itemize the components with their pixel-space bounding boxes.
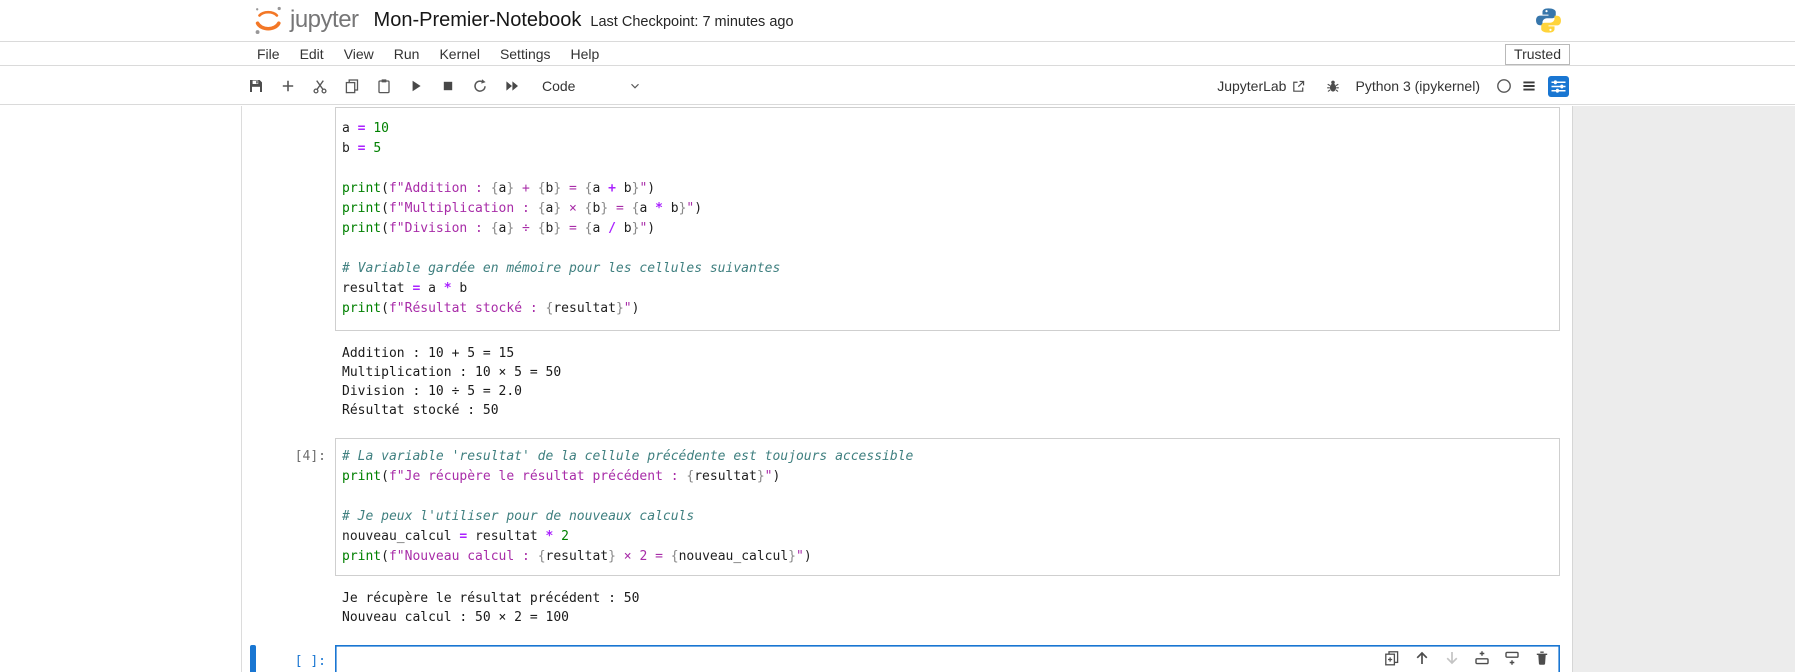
header: jupyter Mon-Premier-Notebook Last Checkp… xyxy=(0,0,1795,42)
menu-kernel[interactable]: Kernel xyxy=(429,43,489,65)
jupyter-notebook-app: jupyter Mon-Premier-Notebook Last Checkp… xyxy=(0,0,1795,672)
notebook-title[interactable]: Mon-Premier-Notebook xyxy=(374,9,582,32)
restart-run-all-button[interactable] xyxy=(504,78,520,94)
cut-icon xyxy=(312,78,328,94)
cell-type-value: Code xyxy=(542,78,575,94)
open-in-jupyterlab-link[interactable]: JupyterLab xyxy=(1217,78,1306,94)
code-editor[interactable] xyxy=(335,645,1560,672)
save-icon xyxy=(248,78,264,94)
trust-button[interactable]: Trusted xyxy=(1505,44,1570,65)
duplicate-cell-icon xyxy=(1384,650,1400,666)
cell-prompt xyxy=(256,107,335,331)
menu-view[interactable]: View xyxy=(334,43,384,65)
code-line: print(f"Addition : {a} + {b} = {a + b}") xyxy=(342,179,1559,199)
jupyterlab-link-label: JupyterLab xyxy=(1217,78,1286,94)
hamburger-menu-button[interactable] xyxy=(1521,78,1537,94)
code-line: # La variable 'resultat' de la cellule p… xyxy=(342,447,1559,467)
copy-icon xyxy=(344,78,360,94)
code-line: print(f"Je récupère le résultat précéden… xyxy=(342,467,1559,487)
cell: [4]: # La variable 'resultat' de la cellu… xyxy=(250,438,1560,576)
cell-output-row: Addition : 10 + 5 = 15 Multiplication : … xyxy=(250,331,1560,432)
sliders-icon xyxy=(1548,76,1569,97)
bug-icon xyxy=(1325,78,1341,94)
code-line: a = 10 xyxy=(342,119,1559,139)
cell-prompt: [4]: xyxy=(256,438,335,576)
menu-settings[interactable]: Settings xyxy=(490,43,561,65)
hamburger-icon xyxy=(1521,78,1537,94)
move-down-button[interactable] xyxy=(1444,650,1460,666)
right-side-panel xyxy=(1572,106,1795,672)
external-link-icon xyxy=(1291,79,1306,94)
insert-below-button[interactable] xyxy=(1504,650,1520,666)
code-line xyxy=(342,239,1559,259)
debugger-button[interactable] xyxy=(1325,78,1341,94)
plus-icon xyxy=(280,78,296,94)
insert-above-icon xyxy=(1474,650,1490,666)
cell-output: Je récupère le résultat précédent : 50 N… xyxy=(335,576,1560,639)
output-prompt xyxy=(256,331,335,432)
move-down-icon xyxy=(1444,650,1460,666)
cell-toolbar xyxy=(1384,650,1550,666)
notebook-left-divider xyxy=(241,106,242,672)
cell: a = 10b = 5 print(f"Addition : {a} + {b}… xyxy=(250,107,1560,331)
kernel-name[interactable]: Python 3 (ipykernel) xyxy=(1355,78,1480,94)
output-prompt xyxy=(256,576,335,639)
code-line: print(f"Multiplication : {a} × {b} = {a … xyxy=(342,199,1559,219)
cell-prompt: [ ]: xyxy=(256,645,335,672)
copy-cell-button[interactable] xyxy=(344,78,360,94)
insert-above-button[interactable] xyxy=(1474,650,1490,666)
code-line: # Je peux l'utiliser pour de nouveaux ca… xyxy=(342,507,1559,527)
cell-type-select[interactable]: Code xyxy=(542,78,642,94)
code-line: print(f"Division : {a} ÷ {b} = {a / b}") xyxy=(342,219,1559,239)
right-sidebar-toggle-button[interactable] xyxy=(1548,76,1569,97)
code-line xyxy=(342,487,1559,507)
code-line: b = 5 xyxy=(342,139,1559,159)
stop-icon xyxy=(440,78,456,94)
menu-bar: File Edit View Run Kernel Settings Help … xyxy=(0,42,1795,66)
paste-cell-button[interactable] xyxy=(376,78,392,94)
menu-run[interactable]: Run xyxy=(384,43,430,65)
move-up-button[interactable] xyxy=(1414,650,1430,666)
code-line: resultat = a * b xyxy=(342,279,1559,299)
cells: a = 10b = 5 print(f"Addition : {a} + {b}… xyxy=(0,106,1795,672)
run-icon xyxy=(408,78,424,94)
python-logo-icon xyxy=(1535,7,1562,34)
code-line: # Variable gardée en mémoire pour les ce… xyxy=(342,259,1559,279)
cell-output-row: Je récupère le résultat précédent : 50 N… xyxy=(250,576,1560,639)
jupyter-logo[interactable]: jupyter xyxy=(251,5,359,36)
checkpoint-status: Last Checkpoint: 7 minutes ago xyxy=(590,14,793,30)
fast-forward-icon xyxy=(504,78,520,94)
code-line xyxy=(342,159,1559,179)
toolbar-right: JupyterLab Python 3 (ipykernel) xyxy=(1217,67,1569,105)
notebook-panel: a = 10b = 5 print(f"Addition : {a} + {b}… xyxy=(0,106,1795,672)
insert-below-icon xyxy=(1504,650,1520,666)
save-button[interactable] xyxy=(248,78,264,94)
code-editor[interactable]: # La variable 'resultat' de la cellule p… xyxy=(335,438,1560,576)
move-up-icon xyxy=(1414,650,1430,666)
menu-file[interactable]: File xyxy=(247,43,290,65)
delete-cell-icon xyxy=(1534,650,1550,666)
cut-cell-button[interactable] xyxy=(312,78,328,94)
jupyter-logo-icon xyxy=(251,5,285,36)
notebook-toolbar: Code JupyterLab Python 3 (ipykernel) xyxy=(0,67,1795,105)
code-line: print(f"Résultat stocké : {resultat}") xyxy=(342,299,1559,319)
code-line: print(f"Nouveau calcul : {resultat} × 2 … xyxy=(342,547,1559,567)
menu-help[interactable]: Help xyxy=(561,43,610,65)
cell: [ ]: xyxy=(250,645,1560,672)
chevron-down-icon xyxy=(628,79,642,93)
run-button[interactable] xyxy=(408,78,424,94)
stop-button[interactable] xyxy=(440,78,456,94)
duplicate-cell-button[interactable] xyxy=(1384,650,1400,666)
restart-icon xyxy=(472,78,488,94)
kernel-status-icon xyxy=(1496,78,1512,94)
restart-kernel-button[interactable] xyxy=(472,78,488,94)
delete-cell-button[interactable] xyxy=(1534,650,1550,666)
menu-edit[interactable]: Edit xyxy=(290,43,334,65)
paste-icon xyxy=(376,78,392,94)
jupyter-logo-text: jupyter xyxy=(290,6,359,34)
code-editor[interactable]: a = 10b = 5 print(f"Addition : {a} + {b}… xyxy=(335,107,1560,331)
code-line: nouveau_calcul = resultat * 2 xyxy=(342,527,1559,547)
cell-output: Addition : 10 + 5 = 15 Multiplication : … xyxy=(335,331,1560,432)
add-cell-button[interactable] xyxy=(280,78,296,94)
